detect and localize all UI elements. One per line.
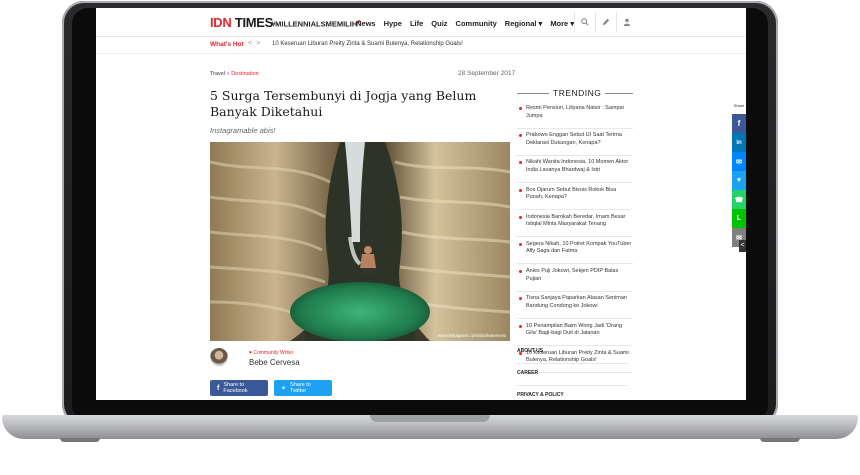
about-us-link[interactable]: ABOUT US [517,342,627,364]
trending-item[interactable]: Anies Puji Jokowi, Sekjen PDIP Balas Puj… [517,268,633,292]
nav-regional[interactable]: Regional ▾ [505,19,543,28]
floating-share-messenger[interactable]: ✉ [732,152,746,171]
facebook-icon: f [737,119,741,128]
browser-viewport: IDN TIMES #MILLENNIALSMEMILIH● News Hype… [96,8,746,400]
trending-item[interactable]: Nikahi Wanita Indonesia, 10 Momen Aktor … [517,159,633,183]
floating-share-bar: Share f in ✉ ♥ ☎ L ✉ [732,98,746,247]
chevron-left-icon[interactable]: < [248,40,256,47]
header-tools [574,12,637,32]
photo-credit: www.instagram.com/sisirleavenssi [437,333,506,338]
whats-hot-headline[interactable]: 10 Keseruan Liburan Preity Zinta & Suami… [272,41,463,47]
chevron-left-icon: < [740,242,745,249]
floating-share-facebook[interactable]: f [732,114,746,133]
nav-news[interactable]: News [356,19,376,28]
author-name[interactable]: Bebe Cervesa [249,358,300,367]
write-button[interactable] [595,12,616,32]
main-nav: News Hype Life Quiz Community Regional ▾… [356,19,574,28]
hashtag-link[interactable]: #MILLENNIALSMEMILIH● [271,19,361,29]
nav-more[interactable]: More ▾ [550,19,574,28]
trending-item[interactable]: Tisna Sanjaya Paparkan Alasan Seniman Ba… [517,295,633,319]
collapse-share-button[interactable]: < [739,240,746,252]
whatsapp-icon: ☎ [734,196,744,204]
article-subtitle: Instagramable abis! [210,126,276,135]
nav-quiz[interactable]: Quiz [431,19,447,28]
floating-share-twitter[interactable]: ♥ [732,171,746,190]
whats-hot-label: What's Hot [210,41,244,48]
footer-links: ABOUT US CAREER PRIVACY & POLICY [517,342,627,400]
floating-share-line[interactable]: L [732,209,746,228]
breadcrumb-separator: » [226,71,230,77]
chevron-right-icon[interactable]: > [256,40,264,47]
trending-item[interactable]: Bos Djarum Sebut Bisnis Rokok Bisa Punah… [517,187,633,211]
breadcrumb-section[interactable]: Travel [210,71,225,77]
search-button[interactable] [574,12,595,32]
share-facebook-button[interactable]: f Share to Facebook [210,380,268,396]
nav-life[interactable]: Life [410,19,423,28]
trending-header: TRENDING [517,88,633,98]
facebook-icon: f [217,384,220,392]
floating-share-whatsapp[interactable]: ☎ [732,190,746,209]
laptop-foot-right [760,438,800,442]
linkedin-icon: in [736,139,742,146]
career-link[interactable]: CAREER [517,364,627,386]
author-role: ♥ Community Writer [249,350,294,356]
nav-community[interactable]: Community [456,19,497,28]
twitter-icon: ♥ [736,177,742,184]
floating-share-label: Share [733,103,745,108]
trending-item[interactable]: Prabowo Enggan Sebut UI Saat Terima Dekl… [517,132,633,156]
laptop-foot-left [60,438,100,442]
whats-hot-bar: What's Hot <> 10 Keseruan Liburan Preity… [96,37,746,54]
canyon-waterfall-image [210,142,510,341]
trending-item[interactable]: Resmi Pensiun, Liliyana Natsir : Sampai … [517,105,633,129]
article-date: 28 September 2017 [458,70,516,77]
site-logo[interactable]: IDN TIMES [210,15,273,30]
line-icon: L [736,215,742,222]
trending-title: TRENDING [549,88,606,98]
author-avatar[interactable] [210,348,228,366]
laptop-notch [370,415,490,422]
article-title: 5 Surga Tersembunyi di Jogja yang Belum … [210,88,477,119]
pencil-icon [602,18,610,26]
privacy-policy-link[interactable]: PRIVACY & POLICY [517,386,627,400]
breadcrumb: Travel » Destination [210,71,259,77]
breadcrumb-category[interactable]: Destination [231,71,259,77]
trending-list: Resmi Pensiun, Liliyana Natsir : Sampai … [517,105,633,377]
trending-item[interactable]: Indonesia Barokah Beredar, Imam Besar Is… [517,214,633,238]
user-icon [623,18,631,26]
trending-item[interactable]: Segera Nikah, 10 Potret Kompak YouTuber … [517,241,633,265]
site-header: IDN TIMES #MILLENNIALSMEMILIH● News Hype… [96,8,746,37]
twitter-icon: ✦ [281,385,287,392]
nav-hype[interactable]: Hype [384,19,402,28]
share-twitter-button[interactable]: ✦ Share to Twitter [274,380,332,396]
article-hero-image: www.instagram.com/sisirleavenssi [210,142,510,341]
search-icon [581,18,589,26]
account-button[interactable] [616,12,637,32]
messenger-icon: ✉ [736,158,742,166]
whats-hot-arrows: <> [248,40,264,47]
floating-share-linkedin[interactable]: in [732,133,746,152]
